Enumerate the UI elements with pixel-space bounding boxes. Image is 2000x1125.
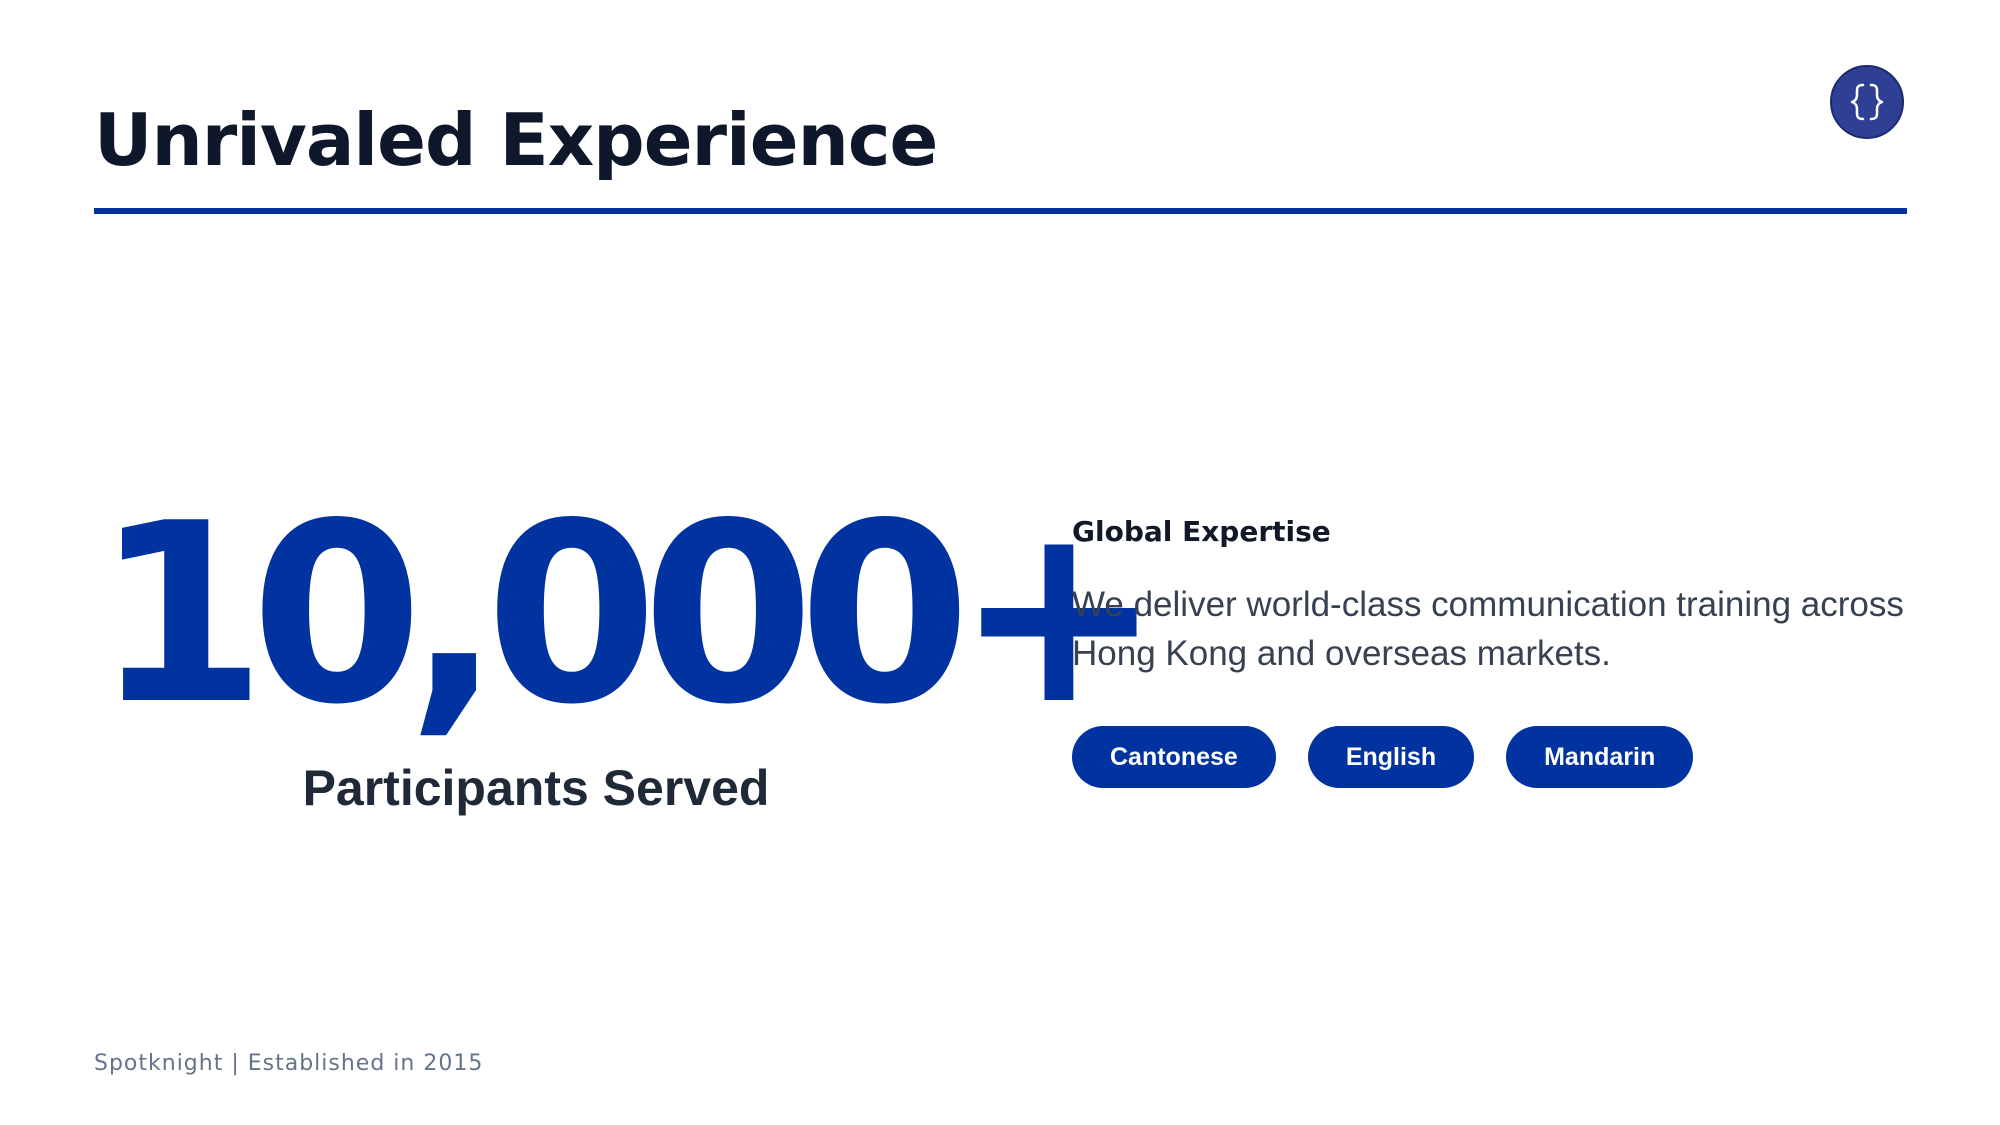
section-heading: Global Expertise bbox=[1072, 515, 1331, 548]
language-tag-english: English bbox=[1307, 726, 1475, 788]
page-title: Unrivaled Experience bbox=[94, 98, 938, 182]
language-tags: Cantonese English Mandarin bbox=[1072, 726, 1912, 788]
slide: Unrivaled Experience 10,000+ Participant… bbox=[0, 0, 2000, 1125]
expertise-section: Global Expertise We deliver world-class … bbox=[1072, 510, 1912, 788]
stat-caption: Participants Served bbox=[302, 760, 770, 816]
logo bbox=[1830, 65, 1904, 139]
language-tag-mandarin: Mandarin bbox=[1506, 726, 1694, 788]
curly-braces-logo-icon bbox=[1850, 83, 1884, 121]
language-tag-cantonese: Cantonese bbox=[1072, 726, 1276, 788]
section-description: We deliver world-class communication tra… bbox=[1072, 585, 1904, 673]
stat-value: 10,000+ bbox=[94, 471, 1163, 759]
footer-text: Spotknight | Established in 2015 bbox=[94, 1051, 484, 1076]
title-divider bbox=[94, 208, 1907, 214]
